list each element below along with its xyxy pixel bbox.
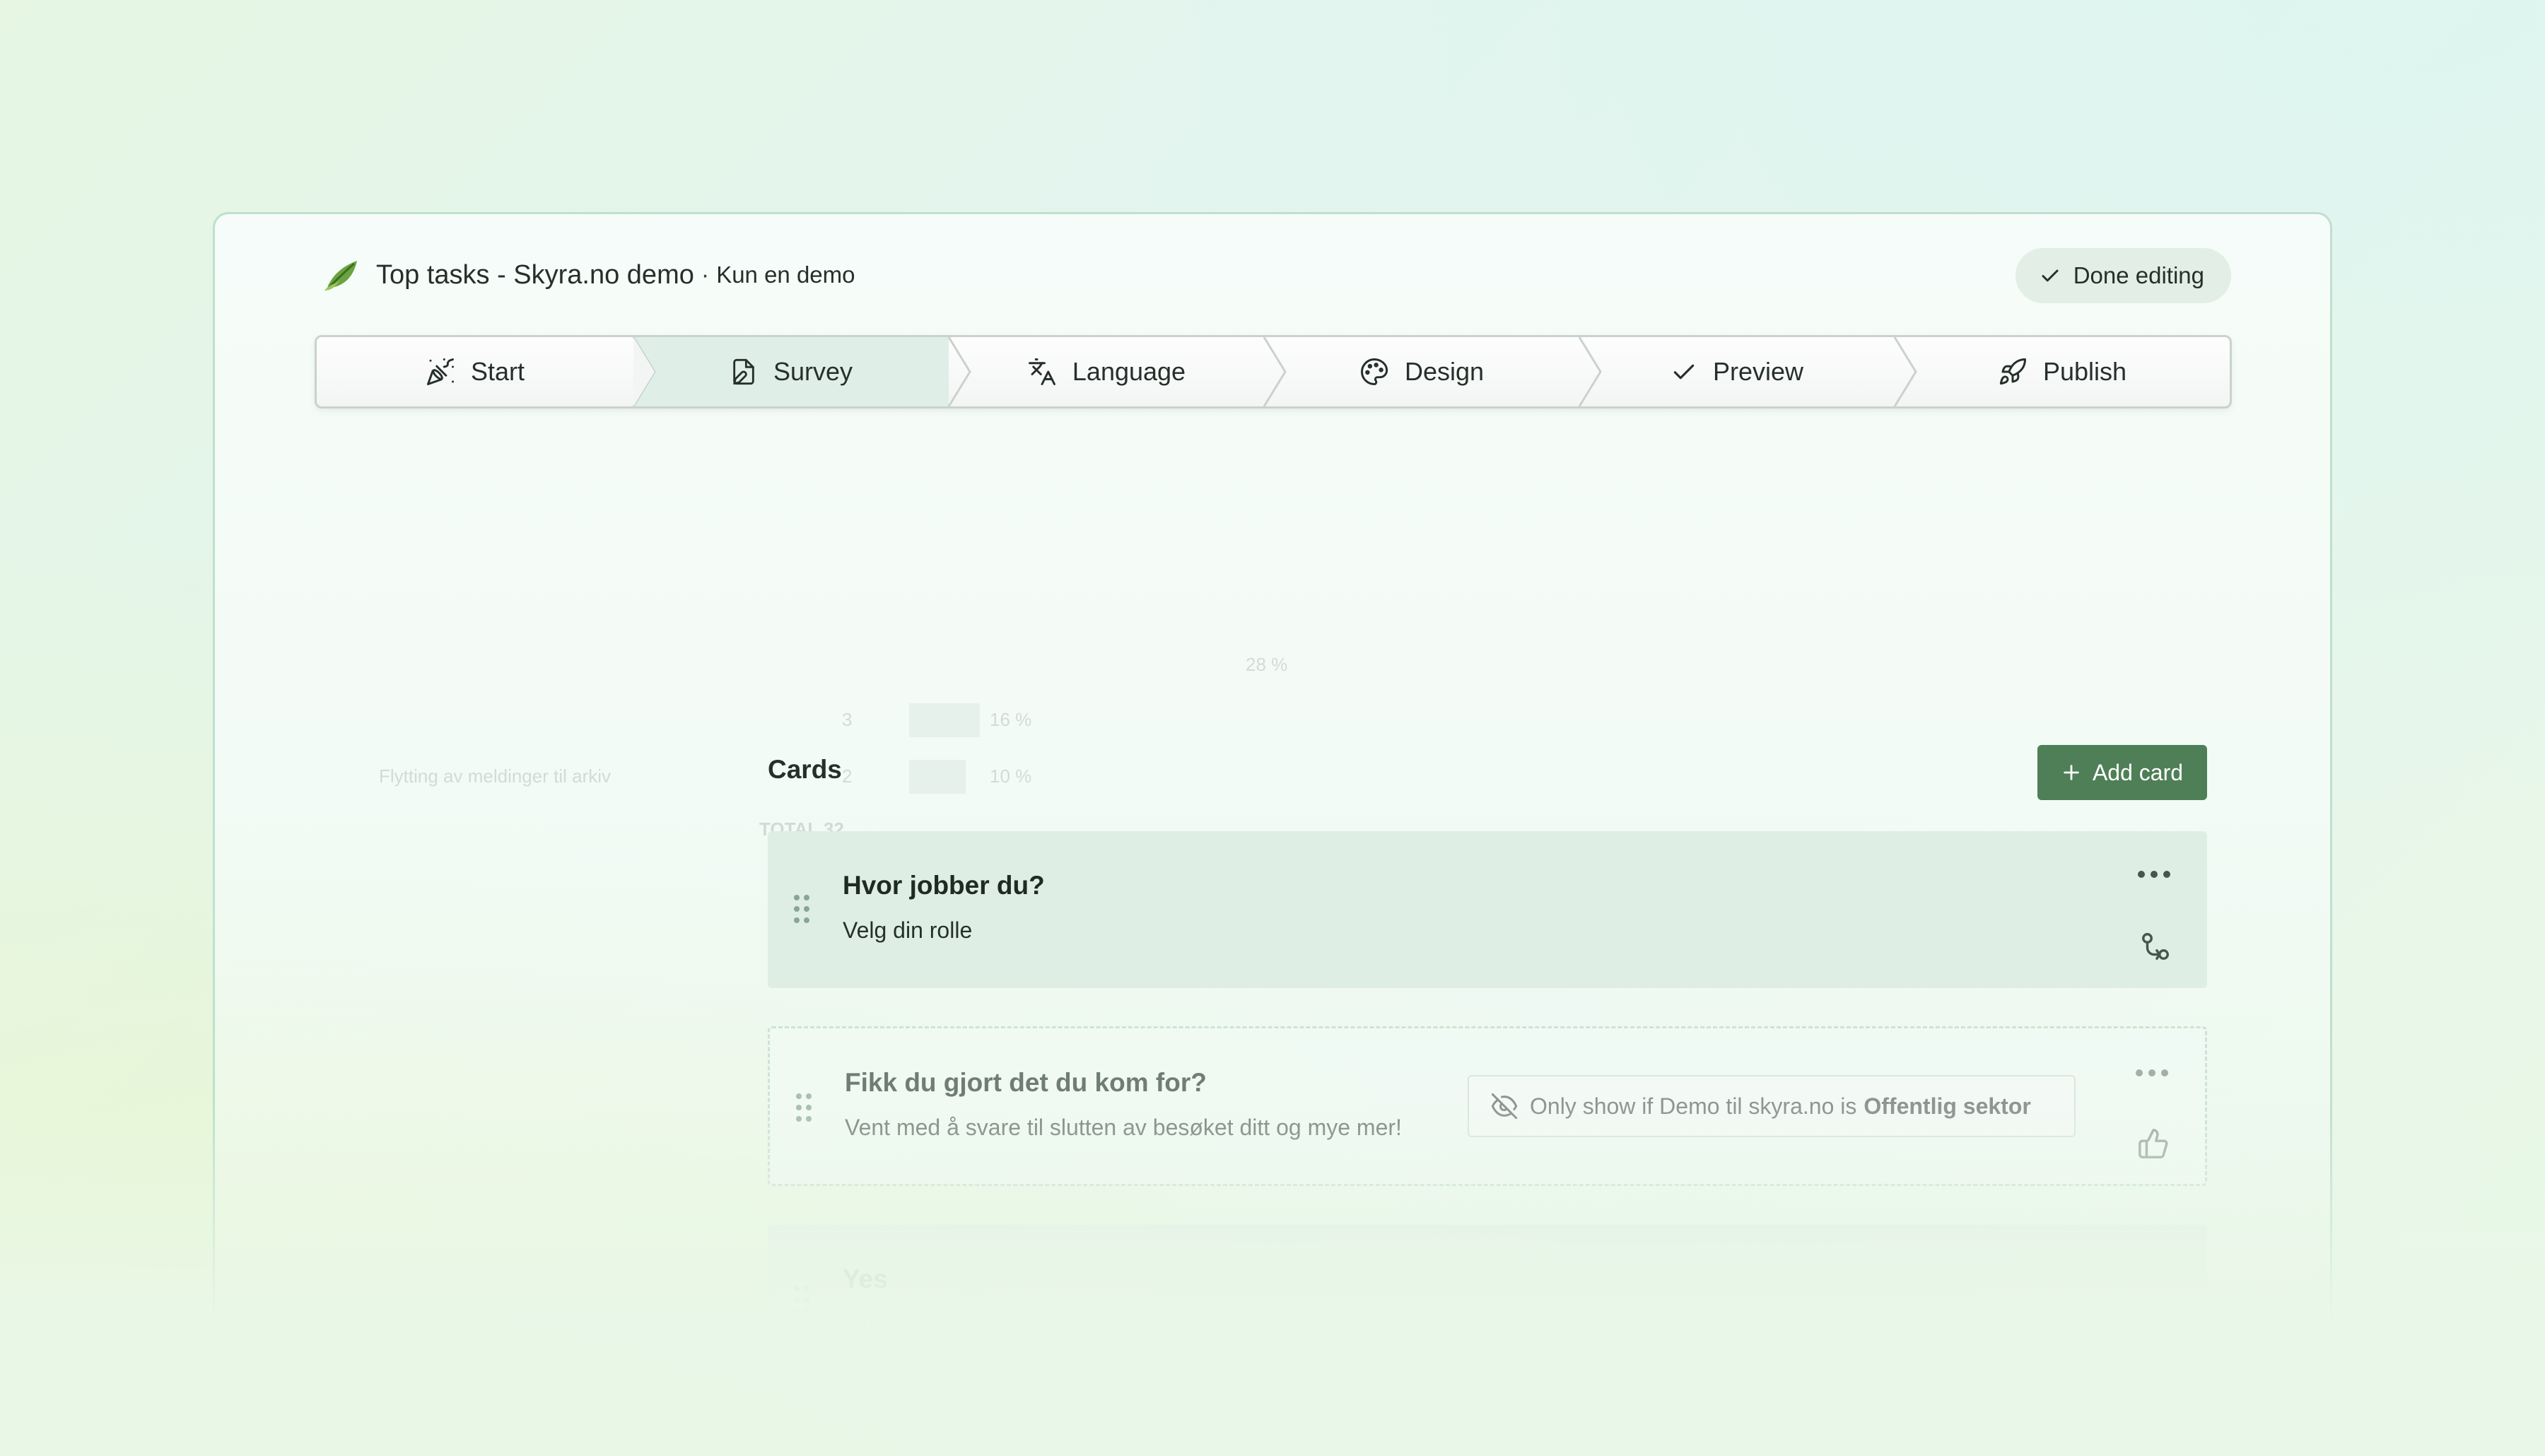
project-label: Kun en demo <box>716 262 855 288</box>
survey-card-conditional[interactable]: Fikk du gjort det du kom for? Vent med å… <box>768 1026 2207 1186</box>
cards-heading: Cards <box>768 755 842 784</box>
title-separator: · <box>701 261 710 288</box>
thumbs-up-icon[interactable] <box>2137 1127 2170 1160</box>
card-title: Yes <box>843 1264 888 1293</box>
card-title: Fikk du gjort det du kom for? <box>845 1068 1207 1097</box>
drag-handle-icon[interactable] <box>792 893 812 924</box>
survey-title: Top tasks - Skyra.no demo <box>376 259 694 290</box>
eye-off-icon <box>1491 1093 1518 1120</box>
branch-icon[interactable] <box>2139 930 2172 963</box>
done-editing-button[interactable]: Done editing <box>2015 248 2231 303</box>
condition-value: Offentlig sektor <box>1864 1093 2031 1119</box>
ghost-row-label-2: Flytting av meldinger til arkiv <box>379 765 611 787</box>
ghost-row-count: 3 <box>842 709 853 730</box>
drag-handle-icon[interactable] <box>792 1284 812 1315</box>
add-card-label: Add card <box>2092 759 2184 785</box>
app-header: Top tasks - Skyra.no demo · Kun en demo … <box>321 247 2231 303</box>
ghost-row-percent-2: 10 % <box>990 765 1032 787</box>
card-subtitle: Velg din rolle <box>843 917 973 943</box>
stepper-separators <box>632 337 1917 406</box>
ghost-row-percent: 16 % <box>990 709 1032 730</box>
drag-handle-icon[interactable] <box>794 1092 814 1123</box>
done-editing-label: Done editing <box>2073 262 2204 288</box>
more-options-icon[interactable] <box>2134 1068 2170 1078</box>
more-options-icon[interactable] <box>2136 869 2172 879</box>
check-icon <box>2042 269 2059 282</box>
ghost-bar-2 <box>909 760 966 794</box>
condition-text: Only show if Demo til skyra.no is <box>1530 1093 1857 1119</box>
add-card-button[interactable]: Add card <box>2037 745 2207 800</box>
ghost-row-count-2: 2 <box>842 765 853 787</box>
wizard-stepper: Start Survey Language Design Preview Pub… <box>315 335 2232 409</box>
plus-icon <box>2064 765 2079 780</box>
display-condition-badge[interactable]: Only show if Demo til skyra.no is Offent… <box>1468 1075 2076 1137</box>
card-subtitle: Yessss <box>843 1311 914 1337</box>
survey-card[interactable]: Hvor jobber du? Velg din rolle <box>768 831 2207 988</box>
card-title: Hvor jobber du? <box>843 871 1045 900</box>
leaf-logo-icon <box>321 254 362 295</box>
ghost-top-percent: 28 % <box>1246 654 1288 675</box>
card-subtitle: Vent med å svare til slutten av besøket … <box>845 1115 1402 1140</box>
survey-card[interactable]: Yes Yessss <box>768 1225 2207 1366</box>
editor-window: Top tasks - Skyra.no demo · Kun en demo … <box>213 212 2332 1456</box>
ghost-bar-1 <box>909 703 980 737</box>
